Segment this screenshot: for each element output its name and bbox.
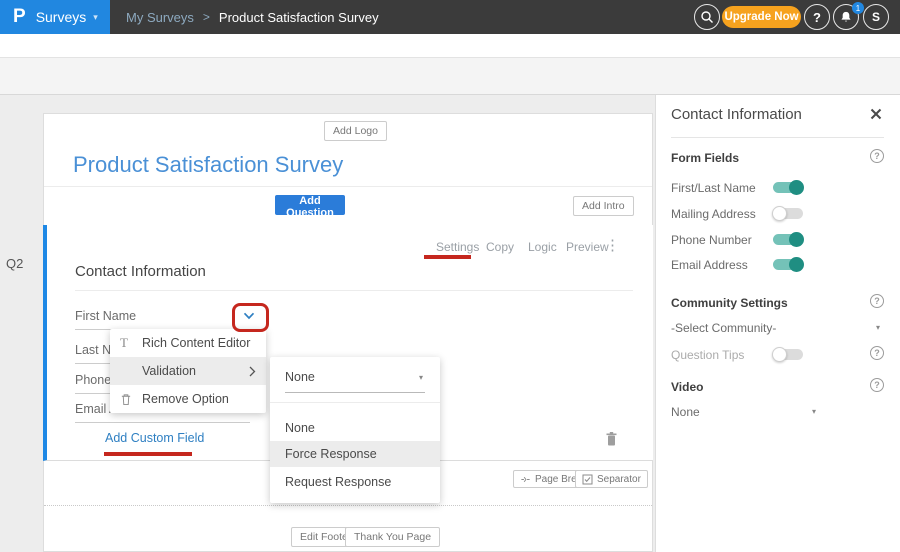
help-icon[interactable]: ? [870, 149, 884, 163]
add-logo-button[interactable]: Add Logo [324, 121, 387, 141]
product-switcher[interactable]: P Surveys ▾ [0, 0, 110, 34]
survey-nav: Edit Distribute Analytics Integration To… [0, 34, 900, 58]
toggle-question-tips[interactable] [773, 349, 803, 360]
help-icon[interactable]: ? [870, 378, 884, 392]
toggle-knob [789, 257, 804, 272]
question-preview-link[interactable]: Preview [566, 240, 609, 254]
question-settings-link[interactable]: Settings [436, 240, 479, 254]
user-avatar[interactable]: S [863, 4, 889, 30]
question-number: Q2 [6, 256, 23, 271]
questionpro-logo-icon: P [13, 6, 26, 28]
search-button[interactable] [694, 4, 720, 30]
add-question-button[interactable]: Add Question [275, 195, 345, 215]
help-icon: ? [813, 10, 821, 25]
toggle-mailing-address[interactable] [773, 208, 803, 219]
divider [75, 290, 633, 291]
menu-item-label: Validation [142, 364, 196, 378]
question-logic-link[interactable]: Logic [528, 240, 557, 254]
validation-option-force-response[interactable]: Force Response [270, 441, 440, 467]
select-community-dropdown[interactable]: -Select Community- [671, 321, 776, 335]
menu-item-rich-content-editor[interactable]: T Rich Content Editor [110, 329, 266, 357]
avatar-initial: S [872, 10, 880, 24]
validation-option-none[interactable]: None [270, 415, 440, 441]
breadcrumb-separator: > [203, 10, 210, 24]
toggle-knob [789, 232, 804, 247]
toggle-label-first-last-name: First/Last Name [671, 181, 756, 195]
select-caret-icon: ▾ [419, 373, 423, 382]
questionpro-survey-editor: P Surveys ▾ My Surveys > Product Satisfa… [0, 0, 900, 552]
divider [671, 137, 884, 138]
dropdown-caret-icon[interactable]: ▾ [812, 407, 816, 416]
validation-option-request-response[interactable]: Request Response [270, 469, 440, 495]
menu-item-remove-option[interactable]: Remove Option [110, 385, 266, 413]
page-boundary-divider [44, 505, 652, 506]
question-tips-label: Question Tips [671, 348, 744, 362]
toggle-phone-number[interactable] [773, 234, 803, 245]
survey-title[interactable]: Product Satisfaction Survey [73, 152, 343, 178]
separator-checkbox-icon [582, 474, 593, 485]
help-icon[interactable]: ? [870, 294, 884, 308]
menu-item-validation[interactable]: Validation [110, 357, 266, 385]
toggle-knob [772, 206, 787, 221]
first-name-options-chevron-icon[interactable] [243, 312, 255, 320]
field-input-line[interactable] [75, 422, 250, 423]
form-fields-heading: Form Fields [671, 151, 739, 165]
question-copy-link[interactable]: Copy [486, 240, 514, 254]
trash-icon [120, 393, 142, 406]
menu-item-label: Remove Option [142, 392, 229, 406]
search-icon [700, 10, 714, 24]
field-options-menu: T Rich Content Editor Validation Remove … [110, 329, 266, 413]
bell-icon [839, 10, 853, 24]
breadcrumb-my-surveys[interactable]: My Surveys [126, 10, 194, 25]
dropdown-caret-icon[interactable]: ▾ [876, 323, 880, 332]
delete-question-trash-icon[interactable] [605, 431, 618, 447]
close-panel-icon[interactable] [870, 108, 882, 120]
toggle-knob [772, 347, 787, 362]
toggle-email-address[interactable] [773, 259, 803, 270]
toggle-first-last-name[interactable] [773, 182, 803, 193]
video-heading: Video [671, 380, 703, 394]
separator-button[interactable]: Separator [575, 470, 648, 488]
thank-you-page-button[interactable]: Thank You Page [345, 527, 440, 547]
chevron-down-icon: ▾ [93, 12, 98, 23]
community-settings-heading: Community Settings [671, 296, 788, 310]
toggle-knob [789, 180, 804, 195]
validation-select[interactable]: None ▾ [285, 370, 425, 393]
divider [270, 402, 440, 403]
breadcrumb-current-survey: Product Satisfaction Survey [219, 10, 379, 25]
text-editor-icon: T [120, 335, 142, 351]
topbar: P Surveys ▾ My Surveys > Product Satisfa… [0, 0, 900, 34]
video-dropdown[interactable]: None [671, 405, 700, 419]
menu-item-label: Rich Content Editor [142, 336, 250, 350]
page-break-icon [520, 474, 531, 485]
chevron-right-icon [249, 366, 256, 377]
divider [44, 186, 652, 187]
toggle-label-email-address: Email Address [671, 258, 748, 272]
help-button[interactable]: ? [804, 4, 830, 30]
toggle-label-mailing-address: Mailing Address [671, 207, 756, 221]
notification-count-badge: 1 [852, 2, 864, 14]
field-phone[interactable]: Phone [75, 373, 111, 387]
panel-title: Contact Information [671, 106, 802, 123]
breadcrumb: My Surveys > Product Satisfaction Survey [126, 0, 379, 34]
validation-submenu: None ▾ None Force Response Request Respo… [270, 357, 440, 503]
add-custom-field-link[interactable]: Add Custom Field [105, 431, 204, 445]
toggle-label-phone-number: Phone Number [671, 233, 752, 247]
help-icon[interactable]: ? [870, 346, 884, 360]
question-more-menu-icon[interactable]: ⋮ [605, 238, 620, 253]
question-title[interactable]: Contact Information [75, 263, 206, 280]
upgrade-now-button[interactable]: Upgrade Now [722, 6, 801, 28]
separator-label: Separator [597, 474, 641, 485]
editor-toolbar: Workspace Design Media Library Languages [0, 58, 900, 95]
add-intro-button[interactable]: Add Intro [573, 196, 634, 216]
validation-selected-value: None [285, 370, 315, 384]
field-first-name[interactable]: First Name [75, 309, 136, 323]
product-switcher-label: Surveys [36, 9, 87, 25]
